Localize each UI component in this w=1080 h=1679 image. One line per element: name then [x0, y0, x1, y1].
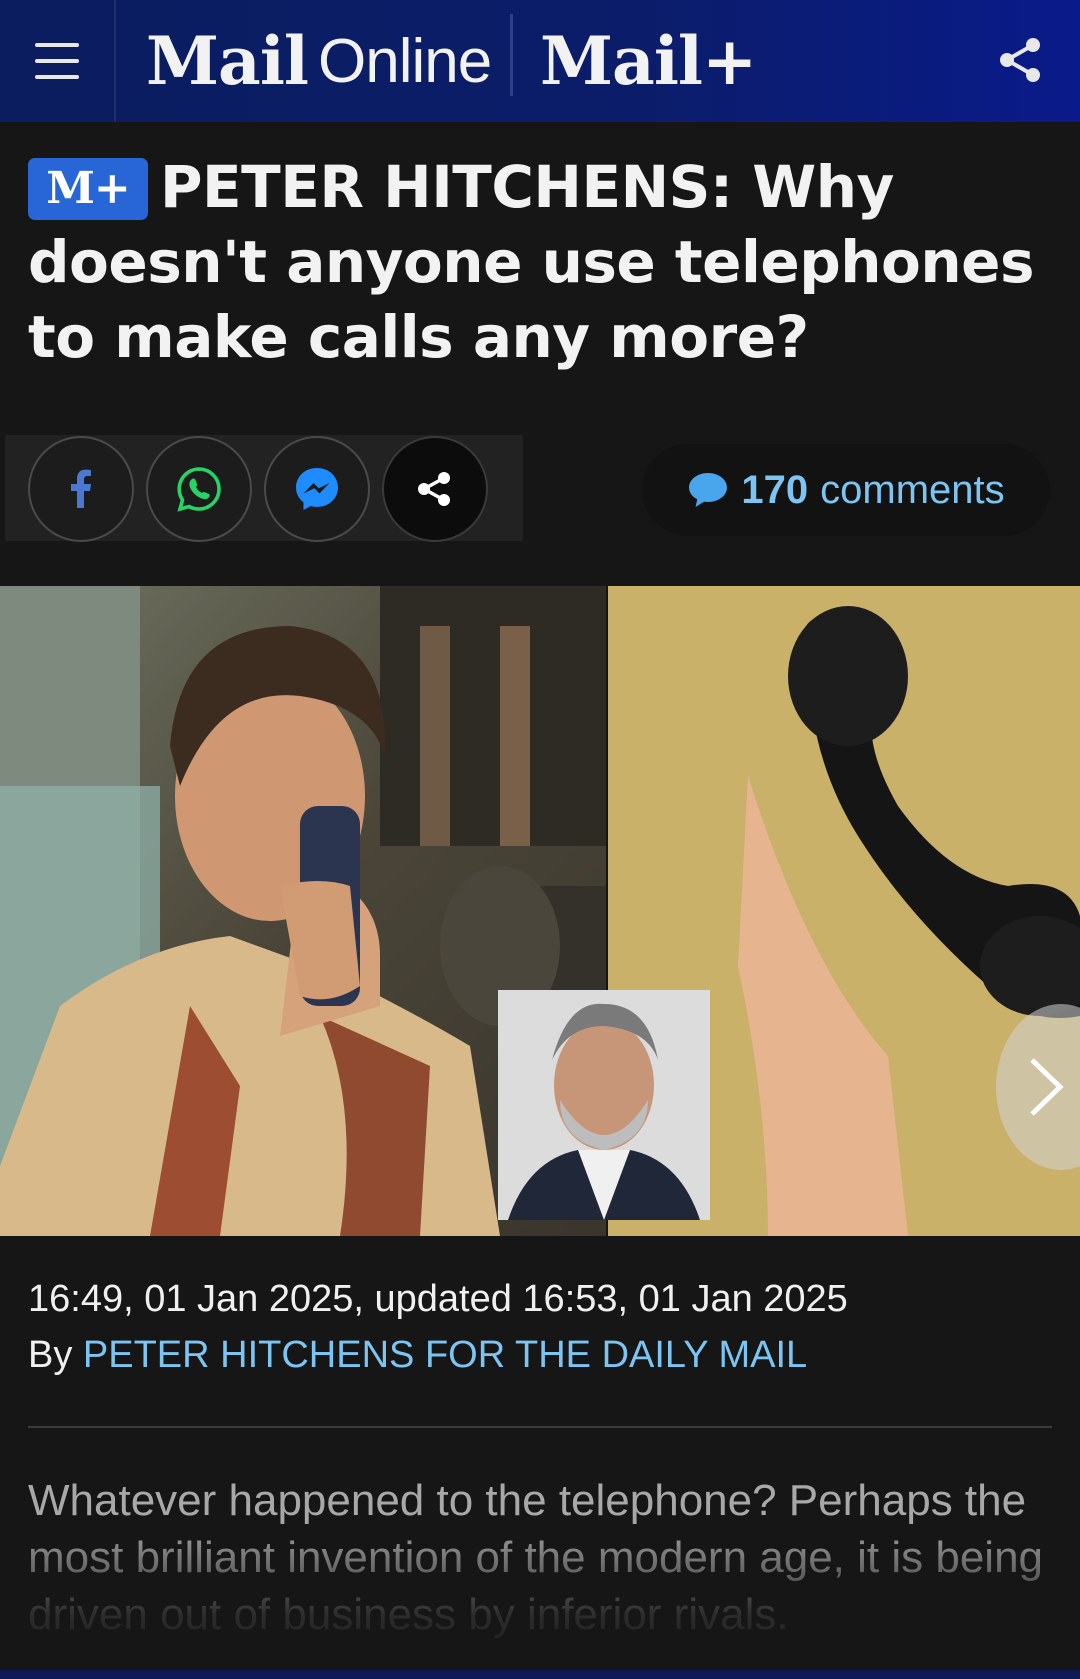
- more-share-button[interactable]: [382, 436, 488, 542]
- messenger-share-button[interactable]: [264, 436, 370, 542]
- messenger-icon: [296, 468, 338, 510]
- menu-button[interactable]: [0, 0, 116, 122]
- article-hero-image[interactable]: [0, 586, 1080, 1236]
- mailplus-badge: M+: [28, 158, 148, 220]
- mailonline-logo-online[interactable]: Online: [318, 22, 492, 100]
- mailonline-logo-mail[interactable]: Mail: [146, 22, 309, 100]
- chevron-right-icon: [1030, 1058, 1064, 1116]
- facebook-icon: [71, 469, 91, 508]
- top-bar: Mail Online Mail+: [0, 0, 1080, 122]
- share-icon: [418, 472, 450, 506]
- article-headline: M+ PETER HITCHENS: Why doesn't anyone use…: [28, 150, 1048, 375]
- logo-divider: [510, 14, 513, 96]
- byline: By PETER HITCHENS FOR THE DAILY MAIL: [28, 1334, 807, 1377]
- comments-count: 170: [741, 467, 809, 512]
- mailplus-logo[interactable]: Mail+: [540, 22, 757, 100]
- whatsapp-icon: [177, 467, 221, 512]
- hamburger-menu-icon: [35, 43, 79, 79]
- headline-text: PETER HITCHENS: Why doesn't anyone use t…: [28, 153, 1035, 371]
- content-fade-overlay: [0, 1520, 1080, 1679]
- header-share-button[interactable]: [990, 30, 1050, 90]
- author-portrait: [498, 990, 710, 1220]
- comments-label: comments: [820, 467, 1005, 512]
- facebook-share-button[interactable]: [28, 436, 134, 542]
- byline-author-link[interactable]: PETER HITCHENS FOR THE DAILY MAIL: [83, 1334, 807, 1376]
- share-icon: [1000, 38, 1040, 82]
- speech-bubble-icon: [689, 473, 728, 507]
- bottom-bar: [0, 1670, 1080, 1679]
- article-timestamp: 16:49, 01 Jan 2025, updated 16:53, 01 Ja…: [28, 1278, 848, 1320]
- divider: [28, 1426, 1052, 1428]
- byline-prefix: By: [28, 1334, 83, 1376]
- comments-button[interactable]: 170 comments: [642, 444, 1050, 536]
- whatsapp-share-button[interactable]: [146, 436, 252, 542]
